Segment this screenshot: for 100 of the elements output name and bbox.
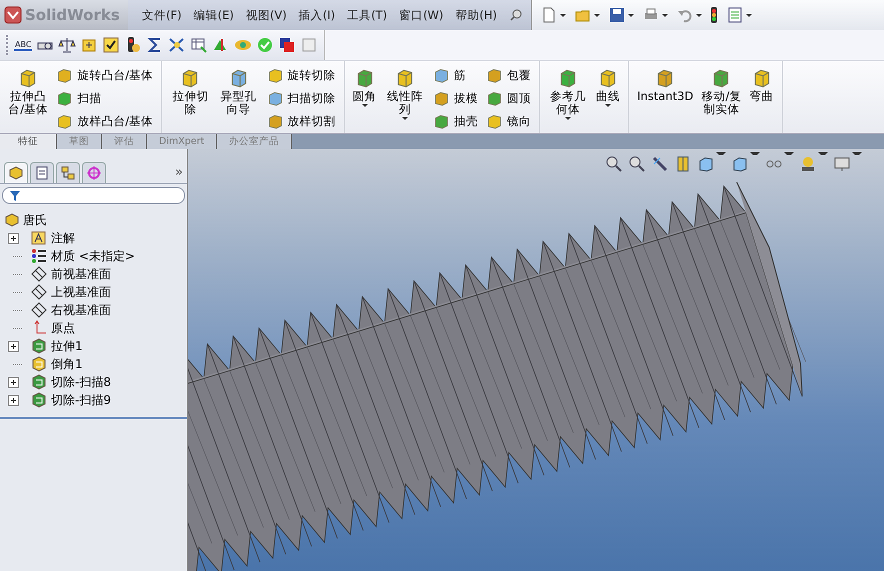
lightbulb-icon: [799, 155, 817, 173]
ribbon-button[interactable]: 参考几何体: [546, 65, 590, 133]
tree-item[interactable]: 唐氏: [4, 211, 187, 229]
ribbon-button[interactable]: 拉伸凸台/基体: [6, 65, 50, 133]
cube-icon: [486, 113, 503, 130]
cube-icon: [56, 113, 74, 130]
ribbon-button[interactable]: 放样凸台/基体: [54, 111, 156, 132]
balance-icon[interactable]: [58, 36, 76, 54]
tree-item[interactable]: 原点: [31, 320, 75, 336]
menu-item[interactable]: 工具(T): [347, 8, 388, 22]
ribbon-button[interactable]: 扫描: [54, 88, 156, 109]
zoom-area-icon: [628, 155, 646, 173]
ribbon-button[interactable]: 圆角: [350, 65, 379, 133]
ribbon-button[interactable]: 抽壳: [430, 111, 480, 132]
save-icon: [608, 6, 626, 24]
expand-toggle[interactable]: [8, 394, 19, 406]
part-tab[interactable]: [4, 162, 28, 183]
cube-icon: [432, 113, 450, 130]
material-icon: [31, 248, 47, 264]
document-icon: [34, 165, 50, 181]
cube-icon: [266, 90, 284, 107]
expand-toggle[interactable]: [8, 376, 19, 388]
checkbox-icon[interactable]: [102, 36, 120, 54]
plus-icon: [9, 396, 18, 404]
app-logo: SolidWorks: [0, 0, 128, 30]
ribbon-button[interactable]: 弯曲: [748, 65, 776, 133]
menu-item[interactable]: 视图(V): [246, 8, 287, 22]
cube-icon: [266, 67, 284, 84]
pushpin-icon[interactable]: [509, 8, 524, 22]
ribbon-button[interactable]: 圆顶: [484, 88, 533, 109]
cube-icon: [432, 90, 450, 107]
feature-icon: [31, 338, 47, 354]
crosshair-icon: [86, 165, 102, 181]
hierarchy-icon: [60, 165, 76, 181]
feature-icon: [31, 374, 47, 390]
menu-item[interactable]: 窗口(W): [399, 8, 444, 22]
plane-icon: [31, 284, 47, 300]
feature-icon: [31, 356, 47, 372]
ribbon-button[interactable]: 拉伸切除: [168, 65, 212, 133]
graphics-viewport[interactable]: [188, 149, 884, 571]
target-tab[interactable]: [82, 162, 106, 183]
tree-item[interactable]: 上视基准面: [31, 284, 111, 300]
list-icon: [726, 6, 744, 24]
cube-icon: [56, 67, 74, 84]
feature-icon: [31, 392, 47, 408]
logo-icon: [4, 6, 22, 24]
plus-icon: [9, 234, 18, 242]
pencil-icon: [651, 155, 669, 173]
ribbon-button[interactable]: 旋转切除: [264, 65, 338, 86]
tree-item[interactable]: 切除-扫描9: [31, 392, 111, 408]
part-icon: [8, 165, 24, 181]
ribbon-button[interactable]: 扫描切除: [264, 88, 338, 109]
ribbon-button[interactable]: 放样切割: [264, 111, 338, 132]
ribbon-button[interactable]: 旋转凸台/基体: [54, 65, 156, 86]
cube-icon: [432, 67, 450, 84]
tab[interactable]: 特征: [0, 134, 57, 149]
tree-item[interactable]: 拉伸1: [31, 338, 83, 354]
ribbon-button[interactable]: 移动/复制实体: [699, 65, 744, 133]
expand-toggle[interactable]: [8, 340, 19, 352]
cube-icon: [731, 155, 749, 173]
cube-icon: [266, 113, 284, 130]
table-icon[interactable]: [190, 36, 208, 54]
property-tab[interactable]: [30, 162, 54, 183]
configuration-tab[interactable]: [56, 162, 80, 183]
tree-item[interactable]: 前视基准面: [31, 266, 111, 282]
cube-icon: [486, 90, 503, 107]
menu-item[interactable]: 插入(I): [298, 8, 336, 22]
ribbon-button[interactable]: 筋: [430, 65, 480, 86]
tree-item[interactable]: 切除-扫描8: [31, 374, 111, 390]
plus-icon: [9, 378, 18, 386]
check-icon[interactable]: [256, 36, 274, 54]
menu-item[interactable]: 文件(F): [142, 8, 182, 22]
plane-icon: [31, 302, 47, 318]
filter-field[interactable]: [2, 187, 185, 204]
part-icon: [4, 212, 20, 228]
monitor-icon: [833, 155, 851, 173]
ribbon-button[interactable]: Instant3D: [635, 65, 696, 133]
ribbon-button[interactable]: 线性阵列: [382, 65, 427, 133]
menu-item[interactable]: 编辑(E): [194, 8, 234, 22]
glasses-icon: [765, 159, 783, 169]
tree-item[interactable]: 材质 <未指定>: [31, 248, 135, 264]
tree-item[interactable]: 右视基准面: [31, 302, 111, 318]
cube-icon: [56, 90, 74, 107]
expand-toggle[interactable]: [8, 232, 19, 244]
squares-icon[interactable]: [278, 36, 296, 54]
ribbon-button[interactable]: 包覆: [484, 65, 533, 86]
plane-icon: [31, 266, 47, 282]
ribbon-button[interactable]: 镜向: [484, 111, 533, 132]
view-orientation-icon: [697, 155, 715, 173]
ribbon-button[interactable]: 异型孔向导: [216, 65, 261, 133]
traffic-light-icon: [710, 6, 718, 24]
menu-item[interactable]: 帮助(H): [455, 8, 498, 22]
ribbon-button[interactable]: 拔模: [430, 88, 480, 109]
tree-item[interactable]: 倒角1: [31, 356, 83, 372]
expand-panel-button[interactable]: »: [175, 165, 183, 180]
tree-item[interactable]: 注解: [31, 230, 75, 246]
filter-icon: [9, 190, 21, 202]
zoom-fit-icon: [605, 155, 623, 173]
plus-icon: [9, 342, 18, 350]
ribbon-button[interactable]: 曲线: [594, 65, 622, 133]
